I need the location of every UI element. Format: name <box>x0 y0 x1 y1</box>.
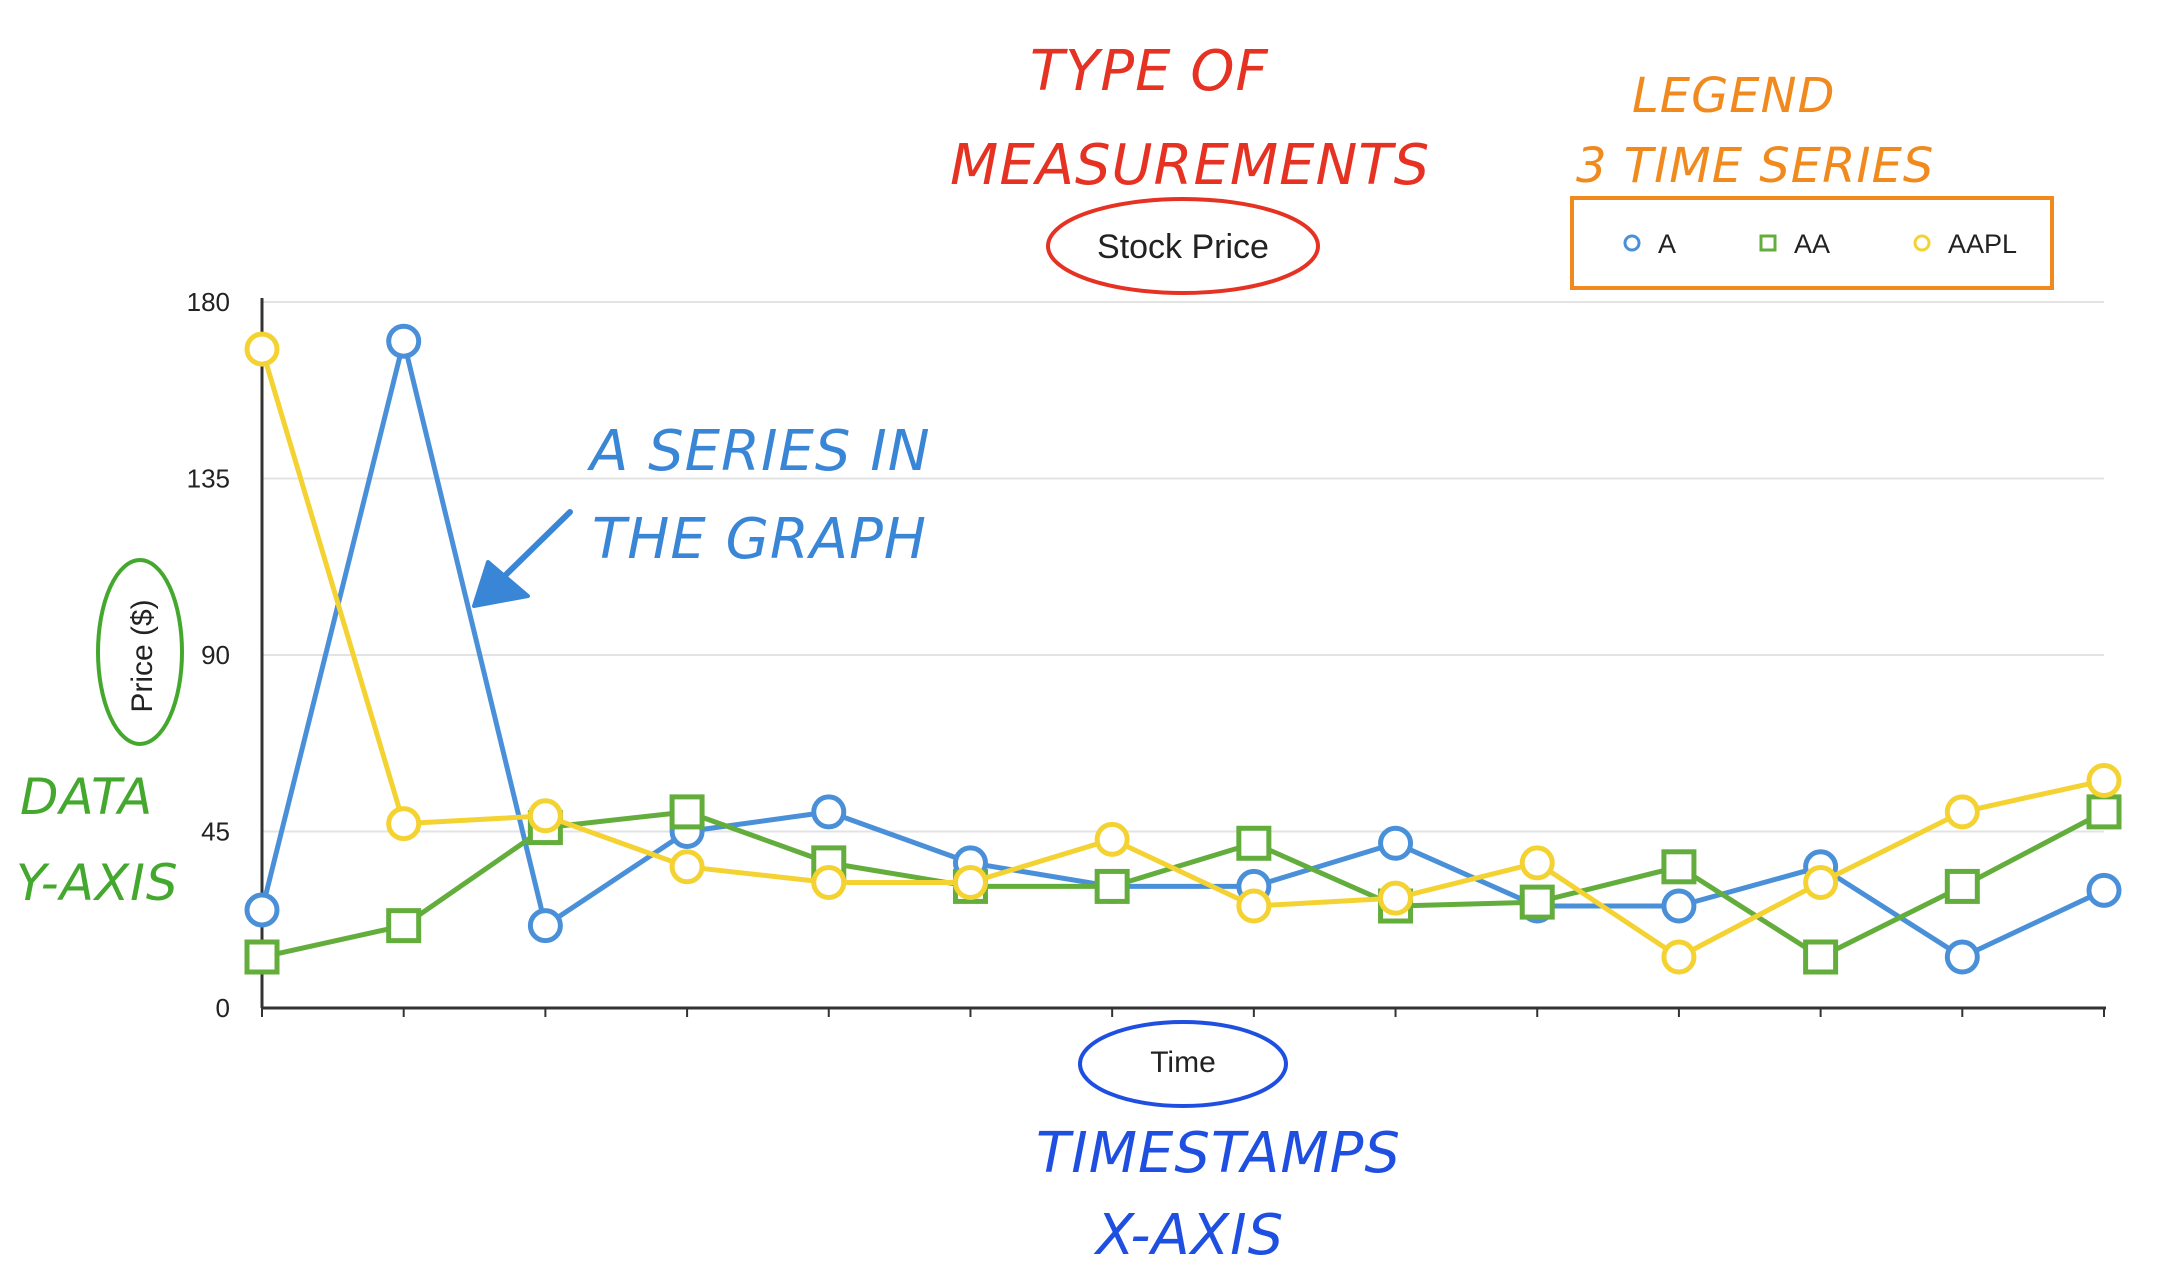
annotation-legend-line-1: LEGEND <box>1632 68 1835 124</box>
gridlines <box>262 301 2104 833</box>
data-point <box>811 794 847 830</box>
data-point <box>1803 864 1839 900</box>
annotation-series: A SERIES IN THE GRAPH <box>472 419 931 608</box>
legend-label: AA <box>1794 229 1830 259</box>
annotation-x-axis: TIMESTAMPS X-AXIS <box>1036 1020 1401 1268</box>
y-tick-label: 135 <box>187 464 230 494</box>
data-point <box>1944 794 1980 830</box>
annotation-series-arrowhead <box>472 560 530 608</box>
data-point <box>244 331 280 367</box>
data-point <box>1944 939 1980 975</box>
data-point <box>1661 939 1697 975</box>
data-point <box>1519 884 1555 920</box>
series-aapl <box>244 331 2122 975</box>
data-point <box>1661 849 1697 885</box>
data-point <box>2086 763 2122 799</box>
data-point <box>1944 868 1980 904</box>
data-point <box>669 849 705 885</box>
legend-marker <box>1759 234 1777 252</box>
y-tick-label: 0 <box>216 993 230 1023</box>
data-point <box>1378 825 1414 861</box>
y-tick-label: 90 <box>201 640 230 670</box>
legend-label: AAPL <box>1948 229 2017 259</box>
data-point <box>669 794 705 830</box>
data-point <box>386 806 422 842</box>
data-point <box>1519 845 1555 881</box>
data-point <box>2086 794 2122 830</box>
data-point <box>244 892 280 928</box>
data-point <box>952 864 988 900</box>
annotation-y-line-2: Y-AXIS <box>16 854 179 912</box>
annotation-legend-line-2: 3 TIME SERIES <box>1576 138 1934 194</box>
annotation-x-line-1: TIMESTAMPS <box>1036 1121 1401 1186</box>
y-axis-ticks: 0 45 90 135 180 <box>187 287 230 1023</box>
data-point <box>1378 880 1414 916</box>
chart-title: Stock Price <box>1097 228 1269 266</box>
series-layer <box>244 323 2122 975</box>
annotation-x-line-2: X-AXIS <box>1093 1203 1284 1268</box>
data-point <box>527 908 563 944</box>
data-point <box>1094 821 1130 857</box>
annotation-y-line-1: DATA <box>20 768 153 826</box>
data-point <box>1094 868 1130 904</box>
legend-label: A <box>1658 229 1676 259</box>
annotation-series-line-2: THE GRAPH <box>592 507 927 572</box>
annotation-legend: LEGEND 3 TIME SERIES <box>1576 68 1934 194</box>
data-point <box>811 864 847 900</box>
annotation-series-line-1: A SERIES IN <box>587 419 931 484</box>
data-point <box>1236 888 1272 924</box>
chart-canvas: Stock Price 0 45 90 135 180 Price ($) Time A… <box>16 39 2122 1268</box>
data-point <box>386 908 422 944</box>
data-point <box>527 798 563 834</box>
data-point <box>386 323 422 359</box>
annotation-type-line-1: TYPE OF <box>1030 39 1269 104</box>
data-point <box>244 939 280 975</box>
data-point <box>1661 888 1697 924</box>
legend: A AA AAPL <box>1570 196 2054 290</box>
y-tick-label: 45 <box>201 817 230 847</box>
legend-marker <box>1913 234 1931 252</box>
y-tick-label: 180 <box>187 287 230 317</box>
axes <box>260 298 2106 1017</box>
annotation-type-line-2: MEASUREMENTS <box>950 133 1430 198</box>
data-point <box>2086 872 2122 908</box>
data-point <box>1803 939 1839 975</box>
x-axis-title: Time <box>1150 1046 1216 1079</box>
y-axis-title: Price ($) <box>126 599 159 712</box>
legend-marker <box>1623 234 1641 252</box>
data-point <box>1236 825 1272 861</box>
